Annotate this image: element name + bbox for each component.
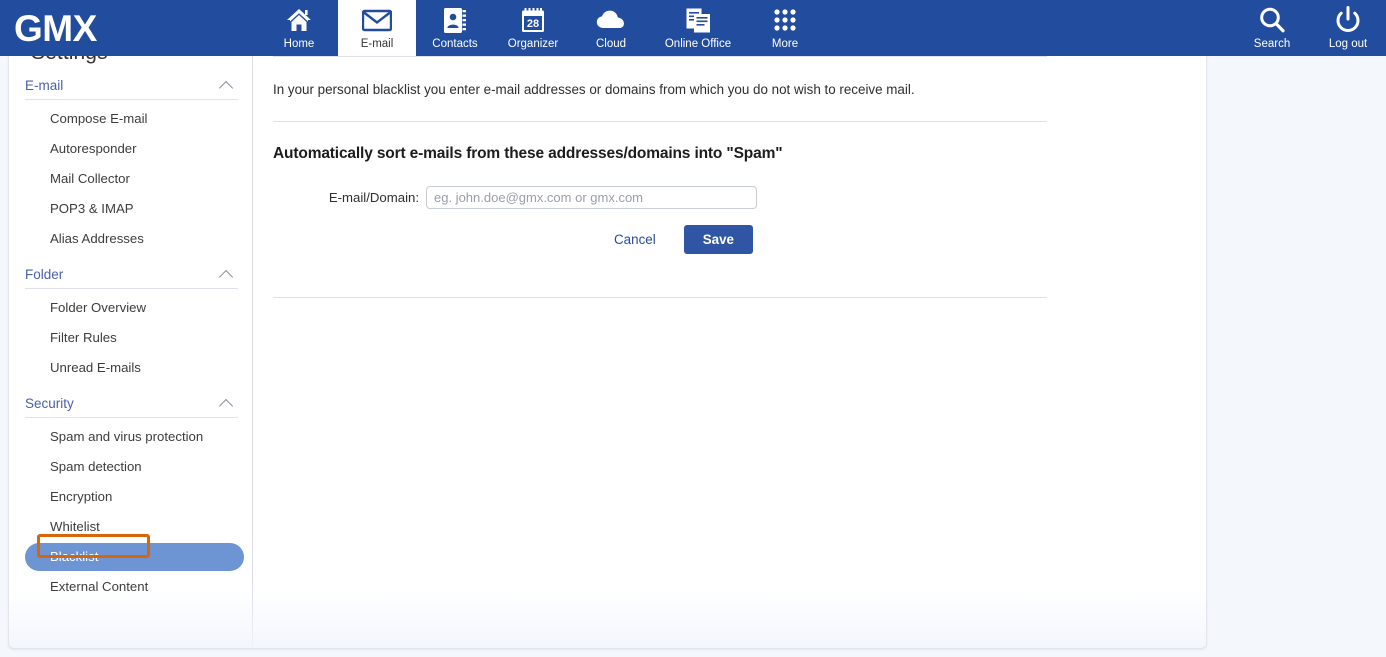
sidebar-item-mail-collector[interactable]: Mail Collector: [25, 165, 238, 193]
nav-tab-email[interactable]: E-mail: [338, 0, 416, 56]
cloud-icon: [596, 5, 626, 35]
sidebar-item-blacklist[interactable]: Blacklist: [25, 543, 244, 571]
nav-tab-cloud[interactable]: Cloud: [572, 0, 650, 56]
sidebar-item-alias-addresses[interactable]: Alias Addresses: [25, 225, 238, 253]
documents-icon: [685, 5, 712, 35]
svg-text:28: 28: [527, 18, 539, 30]
nav-tab-label: Home: [283, 38, 315, 50]
nav-tab-label: Cloud: [595, 38, 627, 50]
power-icon: [1334, 5, 1362, 35]
nav-tab-label: Log out: [1328, 38, 1368, 50]
email-domain-form-row: E-mail/Domain:: [254, 164, 1206, 209]
chevron-up-icon: [220, 270, 234, 279]
sidebar-section-header-email[interactable]: E-mail: [25, 78, 238, 100]
nav-tab-label: E-mail: [360, 38, 394, 50]
sidebar-item-whitelist[interactable]: Whitelist: [25, 513, 238, 541]
nav-tab-label: Organizer: [507, 38, 559, 50]
nav-tab-label: More: [771, 38, 799, 50]
cancel-button[interactable]: Cancel: [614, 232, 656, 247]
divider-bottom: [273, 297, 1047, 298]
form-actions: Cancel Save: [254, 209, 1206, 254]
settings-sidebar: Settings E-mail Compose E-mail Autorespo…: [9, 0, 253, 648]
nav-tab-organizer[interactable]: 28 Organizer: [494, 0, 572, 56]
sidebar-section-email: E-mail Compose E-mail Autoresponder Mail…: [9, 78, 252, 253]
sidebar-item-autoresponder[interactable]: Autoresponder: [25, 135, 238, 163]
sidebar-item-compose-email[interactable]: Compose E-mail: [25, 105, 238, 133]
sidebar-item-pop3-imap[interactable]: POP3 & IMAP: [25, 195, 238, 223]
grid-dots-icon: [773, 5, 797, 35]
sidebar-section-title: E-mail: [25, 78, 64, 93]
calendar-icon: 28: [520, 5, 546, 35]
search-icon: [1258, 5, 1286, 35]
save-button[interactable]: Save: [683, 225, 753, 254]
main-content: In your personal blacklist you enter e-m…: [254, 0, 1206, 648]
gmx-logo[interactable]: GMX: [0, 0, 260, 56]
nav-tab-online-office[interactable]: Online Office: [650, 0, 746, 56]
sidebar-item-unread-emails[interactable]: Unread E-mails: [25, 354, 238, 382]
chevron-up-icon: [220, 81, 234, 90]
email-domain-input[interactable]: [426, 186, 757, 209]
secondary-nav: Search Log out: [1234, 0, 1386, 56]
primary-nav: Home E-mail Contacts 28 Organizer Cloud …: [260, 0, 824, 56]
sidebar-item-external-content[interactable]: External Content: [25, 573, 238, 601]
email-domain-label: E-mail/Domain:: [328, 190, 419, 205]
intro-text: In your personal blacklist you enter e-m…: [273, 82, 915, 97]
sidebar-section-title: Security: [25, 396, 74, 411]
contacts-book-icon: [442, 5, 468, 35]
chevron-up-icon: [220, 399, 234, 408]
sidebar-section-title: Folder: [25, 267, 64, 282]
sidebar-section-folder: Folder Folder Overview Filter Rules Unre…: [9, 267, 252, 382]
nav-tab-label: Online Office: [664, 38, 732, 50]
nav-tab-label: Contacts: [432, 38, 478, 50]
nav-tab-contacts[interactable]: Contacts: [416, 0, 494, 56]
sidebar-section-header-folder[interactable]: Folder: [25, 267, 238, 289]
sidebar-section-header-security[interactable]: Security: [25, 396, 238, 418]
sidebar-section-security: Security Spam and virus protection Spam …: [9, 396, 252, 601]
logo-text: GMX: [14, 7, 97, 49]
nav-tab-logout[interactable]: Log out: [1310, 0, 1386, 56]
nav-tab-search[interactable]: Search: [1234, 0, 1310, 56]
sidebar-item-filter-rules[interactable]: Filter Rules: [25, 324, 238, 352]
nav-tab-label: Search: [1253, 38, 1291, 50]
home-icon: [285, 5, 313, 35]
sidebar-item-folder-overview[interactable]: Folder Overview: [25, 294, 238, 322]
nav-tab-more[interactable]: More: [746, 0, 824, 56]
sidebar-item-spam-detection[interactable]: Spam detection: [25, 453, 238, 481]
global-header: GMX Home E-mail Contacts 28 Organizer Cl…: [0, 0, 1386, 56]
app-panel: Settings E-mail Compose E-mail Autorespo…: [8, 0, 1207, 649]
sidebar-item-spam-virus-protection[interactable]: Spam and virus protection: [25, 423, 238, 451]
sidebar-item-encryption[interactable]: Encryption: [25, 483, 238, 511]
section-heading: Automatically sort e-mails from these ad…: [273, 145, 783, 162]
nav-tab-home[interactable]: Home: [260, 0, 338, 56]
envelope-icon: [362, 5, 392, 35]
